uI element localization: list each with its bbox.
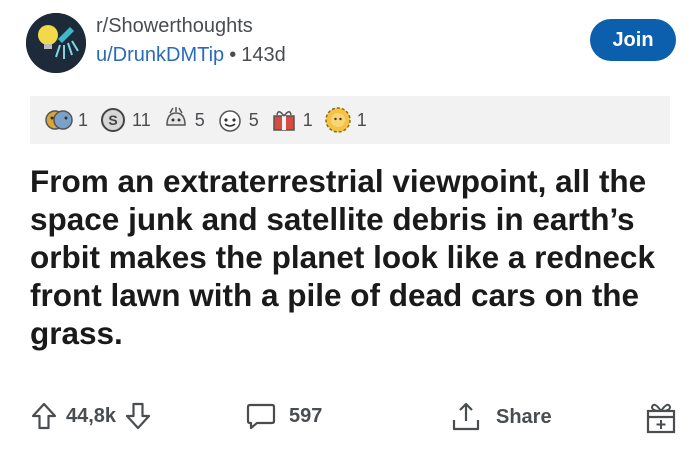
comment-bubble-icon — [246, 403, 276, 430]
subreddit-name[interactable]: r/Showerthoughts — [96, 15, 253, 38]
shower-lightbulb-icon — [26, 13, 86, 73]
award-count: 1 — [356, 109, 367, 130]
join-button[interactable]: Join — [590, 19, 676, 61]
meta-separator: • — [229, 44, 237, 66]
downvote-arrow-icon[interactable] — [124, 401, 152, 431]
gift-icon — [646, 403, 676, 434]
snoo-face-award-icon — [218, 110, 241, 132]
award-count: 5 — [194, 109, 205, 130]
gift-box-award-icon — [272, 111, 295, 131]
post-title[interactable]: From an extraterrestrial viewpoint, all … — [30, 162, 680, 352]
vote-score: 44,8k — [66, 404, 117, 427]
gold-faces-award-icon — [45, 110, 73, 130]
mind-blown-award-icon — [165, 107, 186, 126]
comments-button[interactable]: 597 — [245, 401, 322, 431]
author-username[interactable]: u/DrunkDMTip — [96, 44, 224, 66]
award-item[interactable]: 5 — [215, 105, 259, 135]
award-count: 1 — [302, 109, 313, 130]
post-header: r/Showerthoughts u/DrunkDMTip • 143d Join — [26, 11, 676, 75]
post-age: 143d — [241, 44, 286, 66]
award-count: 11 — [132, 109, 151, 130]
upvote-arrow-icon[interactable] — [30, 401, 58, 431]
awards-bar[interactable]: 1 S 11 5 5 1 1 — [30, 96, 670, 144]
post-meta: u/DrunkDMTip • 143d — [96, 44, 286, 67]
post-actions: 44,8k 597 Share — [30, 395, 678, 445]
silver-coin-award-icon: S — [101, 108, 126, 132]
share-button[interactable]: Share — [450, 401, 552, 433]
svg-text:S: S — [108, 112, 117, 128]
vote-controls: 44,8k — [30, 401, 152, 431]
share-icon — [452, 402, 480, 431]
award-count: 5 — [248, 109, 259, 130]
share-label: Share — [496, 405, 552, 428]
comment-count: 597 — [289, 404, 323, 427]
award-item[interactable]: 1 — [323, 105, 367, 135]
gold-sun-award-icon — [325, 107, 351, 133]
award-count: 1 — [78, 109, 89, 130]
subreddit-avatar[interactable] — [26, 13, 86, 73]
award-item[interactable]: S 11 — [98, 105, 151, 135]
give-award-button[interactable] — [644, 399, 678, 440]
award-item[interactable]: 1 — [44, 105, 88, 135]
award-item[interactable]: 1 — [269, 105, 313, 135]
award-item[interactable]: 5 — [161, 105, 205, 135]
